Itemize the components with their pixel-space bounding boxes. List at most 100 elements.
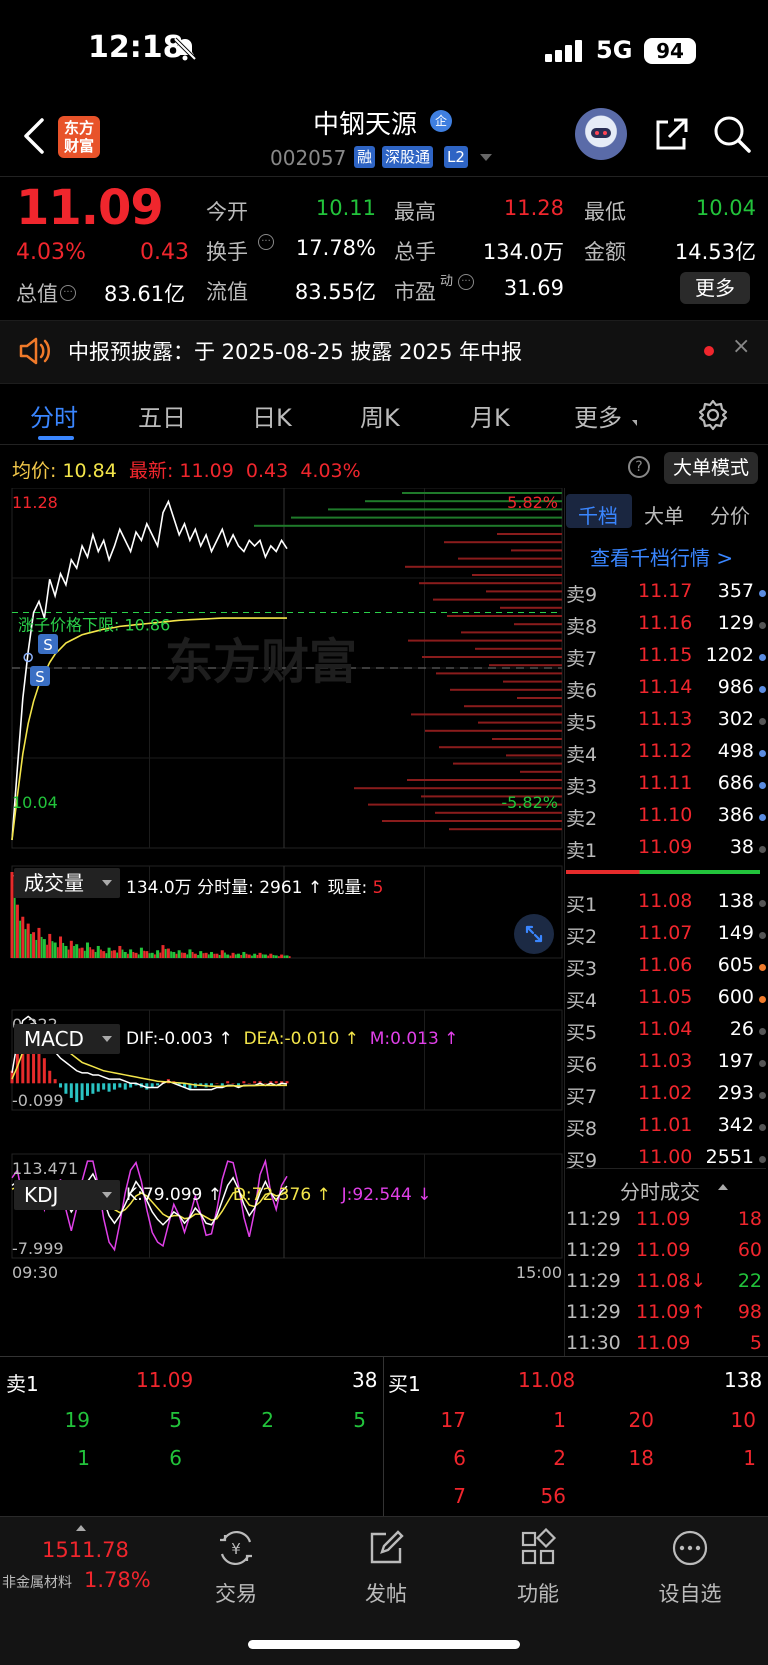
search-icon[interactable] xyxy=(712,114,752,154)
tab-active-indicator xyxy=(38,436,74,440)
macd-bar xyxy=(64,1083,68,1094)
order-dot xyxy=(759,1060,766,1067)
volume-bar xyxy=(145,951,149,958)
tab-monthly-k[interactable]: 月K xyxy=(470,398,510,433)
bid-level-row[interactable]: 买7 11.02 293 xyxy=(566,1082,766,1114)
time-sales-title[interactable]: 分时成交 xyxy=(620,1176,700,1205)
tab-weekly-k[interactable]: 周K xyxy=(360,398,400,433)
level-volume: 293 xyxy=(717,1082,754,1104)
ask-level-row[interactable]: 卖3 11.11 686 xyxy=(566,772,766,804)
sector-name[interactable]: 非金属材料 xyxy=(2,1572,72,1592)
pe-superscript: 动 xyxy=(440,274,454,289)
ask-level-row[interactable]: 卖4 11.12 498 xyxy=(566,740,766,772)
info-icon[interactable]: ··· xyxy=(60,285,76,301)
bid-level-row[interactable]: 买2 11.07 149 xyxy=(566,922,766,954)
level-price: 11.16 xyxy=(638,612,693,634)
volume-bar xyxy=(274,955,278,958)
volume-indicator-select[interactable]: 成交量 xyxy=(14,868,120,898)
volume-bar xyxy=(137,954,140,958)
nav-post[interactable]: 发帖 xyxy=(336,1528,436,1608)
bid-level-row[interactable]: 买4 11.05 600 xyxy=(566,986,766,1018)
sector-change[interactable]: 1.78% xyxy=(84,1568,151,1592)
assistant-avatar[interactable] xyxy=(575,108,627,160)
tag-shenzhen-connect: 深股通 xyxy=(382,146,434,168)
status-time: 12:18 xyxy=(88,30,184,65)
volume-bar xyxy=(156,950,160,958)
order-dot xyxy=(759,590,766,597)
tab-price-distribution[interactable]: 分价 xyxy=(710,500,750,529)
tab-thousand-levels[interactable]: 千档 xyxy=(578,500,618,529)
tick-volume: 60 xyxy=(737,1239,762,1261)
volume-bar xyxy=(121,949,124,958)
order-dot xyxy=(759,622,766,629)
last-pct: 4.03% xyxy=(300,460,361,482)
bid-level-row[interactable]: 买5 11.04 26 xyxy=(566,1018,766,1050)
notice-text[interactable]: 中报预披露：于 2025-08-25 披露 2025 年中报 xyxy=(68,336,522,366)
nav-add-watchlist[interactable]: 设自选 xyxy=(640,1528,740,1608)
level-volume: 149 xyxy=(717,922,754,944)
level-price: 11.17 xyxy=(638,580,693,602)
level-label: 卖2 xyxy=(566,808,598,830)
change-percent: 4.03% xyxy=(16,240,86,265)
volume-bar xyxy=(48,933,52,958)
stock-name[interactable]: 中钢天源 xyxy=(313,104,417,141)
tab-five-day[interactable]: 五日 xyxy=(138,398,186,433)
back-chevron-icon[interactable] xyxy=(22,116,46,156)
ask-level-row[interactable]: 卖1 11.09 38 xyxy=(566,836,766,868)
volume-bar xyxy=(85,942,89,958)
level-volume: 605 xyxy=(717,954,754,976)
macd-indicator-select[interactable]: MACD xyxy=(14,1024,120,1054)
order-dot xyxy=(759,718,766,725)
intraday-chart[interactable]: 东方财富 SS 11.28 10.04 5.82% -5.82% 涨子价格下限: 10.… xyxy=(0,488,566,1354)
nav-trade[interactable]: ¥ 交易 xyxy=(186,1528,286,1608)
order-dot xyxy=(759,686,766,693)
close-icon[interactable]: × xyxy=(732,334,750,359)
ask-level-row[interactable]: 卖5 11.13 302 xyxy=(566,708,766,740)
chevron-up-icon[interactable] xyxy=(76,1525,86,1531)
tab-daily-k[interactable]: 日K xyxy=(252,398,292,433)
bid-level-row[interactable]: 买6 11.03 197 xyxy=(566,1050,766,1082)
gear-icon[interactable] xyxy=(696,398,730,432)
help-icon[interactable]: ? xyxy=(628,456,650,478)
ask-level-row[interactable]: 卖2 11.10 386 xyxy=(566,804,766,836)
chevron-down-icon[interactable] xyxy=(480,154,492,161)
macd-min-label: -0.099 xyxy=(12,1091,64,1110)
tick-price: 11.08↓ xyxy=(636,1270,707,1292)
chevron-up-icon[interactable] xyxy=(718,1184,728,1190)
home-indicator[interactable] xyxy=(248,1640,520,1649)
bid-level-row[interactable]: 买9 11.00 2551 xyxy=(566,1146,766,1178)
order-dot xyxy=(759,1156,766,1163)
view-thousand-levels-link[interactable]: 查看千档行情 > xyxy=(590,542,733,571)
info-icon[interactable]: ··· xyxy=(458,274,474,290)
sector-index-value[interactable]: 1511.78 xyxy=(42,1538,129,1562)
bid-level-row[interactable]: 买1 11.08 138 xyxy=(566,890,766,922)
expand-chart-button[interactable] xyxy=(514,914,554,954)
nav-functions[interactable]: 功能 xyxy=(488,1527,588,1608)
level-label: 卖8 xyxy=(566,616,598,638)
big-order-mode-button[interactable]: 大单模式 xyxy=(664,452,758,484)
level-price: 11.03 xyxy=(638,1050,693,1072)
nav-add-watchlist-label: 设自选 xyxy=(658,1582,722,1606)
tab-big-orders[interactable]: 大单 xyxy=(644,500,684,529)
tab-more[interactable]: 更多 xyxy=(574,398,622,433)
eastmoney-logo[interactable]: 东方财富 xyxy=(58,116,100,158)
order-dot xyxy=(759,932,766,939)
ask1-vol: 38 xyxy=(352,1368,378,1392)
last-change: 0.43 xyxy=(245,460,289,482)
more-button[interactable]: 更多 xyxy=(680,272,750,304)
bid-level-row[interactable]: 买8 11.01 342 xyxy=(566,1114,766,1146)
kdj-indicator-select[interactable]: KDJ xyxy=(14,1180,120,1210)
depth-bar xyxy=(461,631,562,634)
ask-level-row[interactable]: 卖6 11.14 986 xyxy=(566,676,766,708)
ask-level-row[interactable]: 卖9 11.17 357 xyxy=(566,580,766,612)
volume-bar xyxy=(256,954,259,958)
bid-level-row[interactable]: 买3 11.06 605 xyxy=(566,954,766,986)
tab-intraday[interactable]: 分时 xyxy=(30,398,78,433)
depth-bar xyxy=(439,746,562,749)
total-cap-label[interactable]: 总值 ··· xyxy=(16,278,76,308)
ask-level-row[interactable]: 卖7 11.15 1202 xyxy=(566,644,766,676)
info-icon[interactable]: ··· xyxy=(258,234,274,250)
volume-bar xyxy=(32,932,36,958)
ask-level-row[interactable]: 卖8 11.16 129 xyxy=(566,612,766,644)
share-icon[interactable] xyxy=(652,116,690,154)
